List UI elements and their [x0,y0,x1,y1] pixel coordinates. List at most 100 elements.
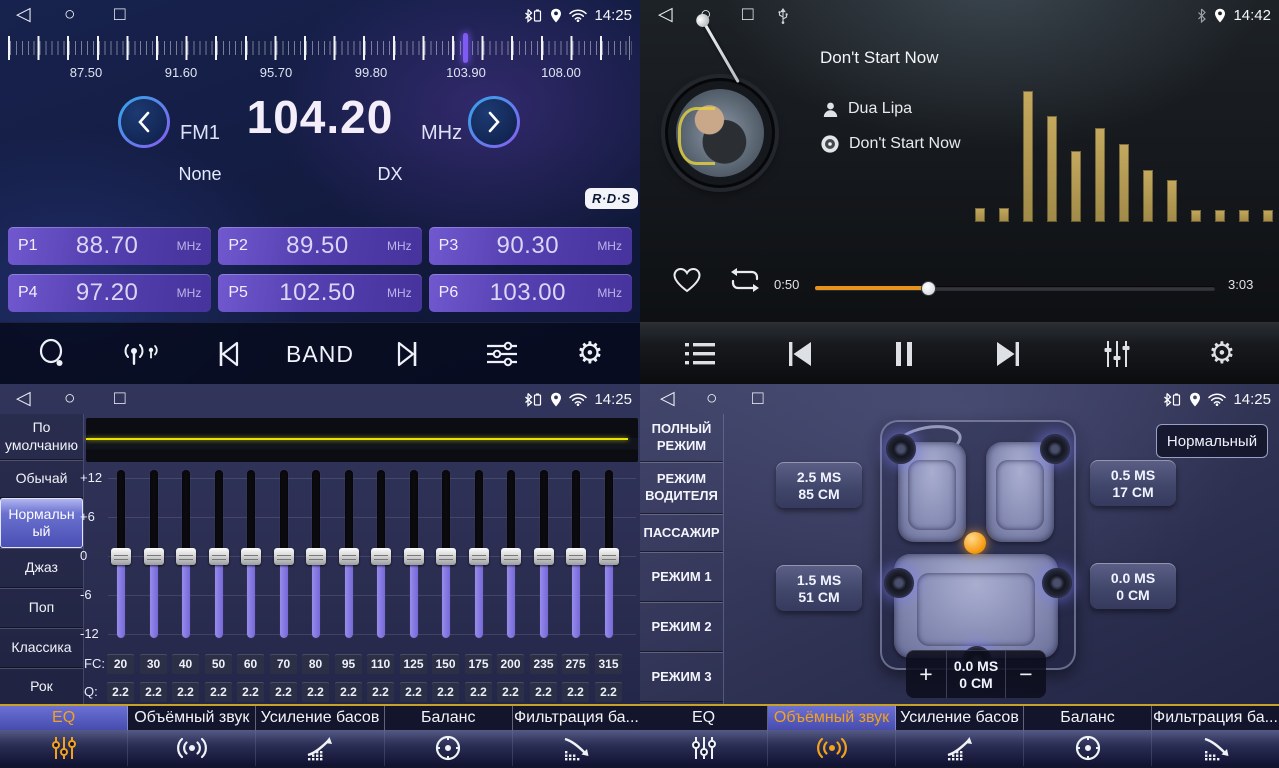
eq-q-value[interactable]: 2.2 [302,682,329,702]
eq-fc-value[interactable]: 70 [270,654,297,674]
eq-band-slider-150[interactable] [436,470,456,646]
eq-q-value[interactable]: 2.2 [465,682,492,702]
eq-fc-value[interactable]: 40 [172,654,199,674]
slider-handle[interactable] [111,548,131,565]
eq-band-slider-110[interactable] [371,470,391,646]
mode-2[interactable]: РЕЖИМ 2 [640,602,723,652]
eq-band-slider-275[interactable] [566,470,586,646]
eq-q-value[interactable]: 2.2 [237,682,264,702]
tune-up-button[interactable] [468,96,520,148]
eq-fc-value[interactable]: 95 [335,654,362,674]
scan-icon[interactable] [28,323,78,384]
slider-handle[interactable] [274,548,294,565]
eq-q-value[interactable]: 2.2 [270,682,297,702]
nav-home-icon[interactable]: ○ [706,387,717,411]
tab-filter[interactable]: Фильтрация ба... [513,706,640,730]
nav-back-icon[interactable]: ◁ [16,3,31,27]
eq-band-slider-20[interactable] [111,470,131,646]
eq-q-value[interactable]: 2.2 [107,682,134,702]
speaker-front-left[interactable] [886,434,916,464]
slider-handle[interactable] [501,548,521,565]
eq-q-value[interactable]: 2.2 [530,682,557,702]
nav-home-icon[interactable]: ○ [64,387,75,411]
slider-handle[interactable] [436,548,456,565]
surround-tab-icon[interactable] [128,730,256,766]
tune-down-button[interactable] [118,96,170,148]
slider-handle[interactable] [339,548,359,565]
slider-handle[interactable] [241,548,261,565]
repeat-icon[interactable] [728,266,762,294]
favorite-heart-icon[interactable] [672,266,702,293]
nav-back-icon[interactable]: ◁ [658,3,673,27]
eq-band-slider-315[interactable] [599,470,619,646]
eq-q-value[interactable]: 2.2 [172,682,199,702]
eq-q-value[interactable]: 2.2 [595,682,622,702]
balance-tab-icon[interactable] [385,730,513,766]
eq-fc-value[interactable]: 275 [562,654,589,674]
eq-fc-value[interactable]: 125 [400,654,427,674]
progress-thumb[interactable] [921,281,936,296]
eq-fc-value[interactable]: 20 [107,654,134,674]
preset-p1[interactable]: P1 88.70 MHz [8,227,211,265]
nav-recents-icon[interactable]: □ [752,387,763,411]
tab-bass-boost[interactable]: Усиление басов [896,706,1024,730]
eq-fc-value[interactable]: 60 [237,654,264,674]
tab-eq[interactable]: EQ [640,706,768,730]
slider-handle[interactable] [144,548,164,565]
bass-boost-tab-icon[interactable] [896,730,1024,766]
mode-3[interactable]: РЕЖИМ 3 [640,652,723,702]
eq-preset-default[interactable]: По умолчанию [0,414,83,460]
nav-back-icon[interactable]: ◁ [660,387,675,411]
nav-recents-icon[interactable]: □ [114,387,125,411]
preset-p4[interactable]: P4 97.20 MHz [8,274,211,312]
eq-fc-value[interactable]: 315 [595,654,622,674]
eq-preset-rock[interactable]: Рок [0,668,83,706]
eq-band-slider-200[interactable] [501,470,521,646]
slider-handle[interactable] [566,548,586,565]
eq-fc-value[interactable]: 50 [205,654,232,674]
listening-position-marker[interactable] [964,532,986,554]
eq-q-value[interactable]: 2.2 [140,682,167,702]
eq-band-slider-125[interactable] [404,470,424,646]
delay-front-right[interactable]: 0.5 MS 17 CM [1090,460,1176,506]
tab-filter[interactable]: Фильтрация ба... [1152,706,1279,730]
nav-recents-icon[interactable]: □ [742,3,753,27]
eq-q-value[interactable]: 2.2 [432,682,459,702]
tuner-scale[interactable]: 87.50 91.60 95.70 99.80 103.90 108.00 [8,36,630,84]
delay-rear-right[interactable]: 0.0 MS 0 CM [1090,563,1176,609]
mode-1[interactable]: РЕЖИМ 1 [640,552,723,602]
next-station-icon[interactable] [384,323,434,384]
eq-tab-icon[interactable] [0,730,128,766]
equalizer-settings-icon[interactable] [474,323,530,384]
speaker-rear-left[interactable] [884,568,914,598]
tab-eq[interactable]: EQ [0,706,128,730]
slider-handle[interactable] [371,548,391,565]
next-track-icon[interactable] [980,323,1036,384]
slider-handle[interactable] [306,548,326,565]
mode-passenger[interactable]: ПАССАЖИР [640,514,723,552]
eq-band-slider-95[interactable] [339,470,359,646]
delay-decrease-button[interactable]: − [1006,650,1046,698]
eq-preset-classic[interactable]: Классика [0,628,83,668]
progress-bar[interactable] [815,286,1215,290]
nav-home-icon[interactable]: ○ [64,3,75,27]
eq-band-slider-60[interactable] [241,470,261,646]
surround-tab-icon[interactable] [768,730,896,766]
previous-track-icon[interactable] [772,323,828,384]
eq-q-value[interactable]: 2.2 [400,682,427,702]
eq-preset-pop[interactable]: Поп [0,588,83,628]
tab-bass-boost[interactable]: Усиление басов [256,706,384,730]
speaker-rear-right[interactable] [1042,568,1072,598]
slider-handle[interactable] [404,548,424,565]
settings-gear-icon[interactable]: ⚙ [1194,323,1250,384]
eq-q-value[interactable]: 2.2 [497,682,524,702]
tab-balance[interactable]: Баланс [385,706,513,730]
nav-back-icon[interactable]: ◁ [16,387,31,411]
eq-band-slider-175[interactable] [469,470,489,646]
eq-q-value[interactable]: 2.2 [562,682,589,702]
settings-gear-icon[interactable]: ⚙ [562,323,618,384]
slider-handle[interactable] [534,548,554,565]
preset-p2[interactable]: P2 89.50 MHz [218,227,421,265]
eq-fc-value[interactable]: 110 [367,654,394,674]
delay-rear-left[interactable]: 1.5 MS 51 CM [776,565,862,611]
